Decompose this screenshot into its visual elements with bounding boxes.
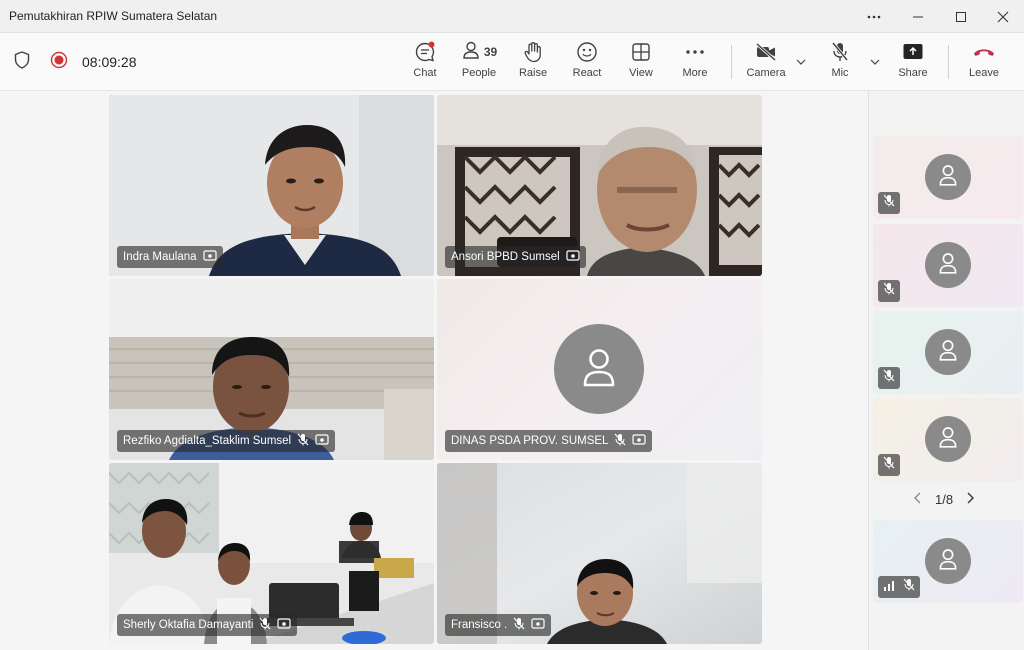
signal-bars-icon: [883, 578, 895, 596]
participant-name-tag: DINAS PSDA PROV. SUMSEL: [445, 430, 653, 452]
toolbar-divider: [948, 45, 949, 79]
screen-share-icon: [202, 249, 217, 265]
more-actions-button[interactable]: More: [670, 41, 720, 85]
page-indicator: 1/8: [935, 492, 954, 507]
mic-button[interactable]: Mic: [815, 41, 865, 85]
rail-participant-tile[interactable]: [873, 311, 1023, 394]
people-button[interactable]: 39 People: [454, 41, 504, 85]
screen-share-icon: [277, 617, 291, 633]
more-options-icon[interactable]: [852, 0, 896, 33]
mic-muted-icon: [883, 282, 895, 300]
mic-muted-icon: [883, 456, 895, 474]
window-title: Pemutakhiran RPIW Sumatera Selatan: [9, 9, 218, 23]
mic-muted-icon: [903, 578, 915, 596]
mic-muted-badge: [878, 367, 900, 389]
mic-muted-icon: [297, 433, 309, 449]
toolbar-divider: [731, 45, 732, 79]
rail-participant-tile[interactable]: [873, 398, 1023, 481]
leave-button[interactable]: Leave: [959, 41, 1009, 85]
grid-view-icon: [631, 41, 651, 63]
meeting-toolbar: 08:09:28 Chat 39 People Raise React View…: [0, 33, 1024, 91]
person-icon: [936, 338, 960, 367]
react-smiley-icon: [576, 41, 598, 63]
video-tile[interactable]: Fransisco .: [437, 463, 762, 644]
video-tile[interactable]: Rezfiko Agdialta_Staklim Sumsel: [109, 279, 434, 460]
participant-name-tag: Sherly Oktafia Damayanti: [117, 614, 298, 636]
mic-muted-badge: [878, 576, 920, 598]
chevron-left-icon[interactable]: [913, 492, 923, 507]
people-icon: [461, 40, 481, 65]
mic-muted-badge: [878, 454, 900, 476]
mic-muted-icon: [614, 433, 626, 449]
person-icon: [936, 425, 960, 454]
camera-off-icon: [755, 41, 777, 63]
screen-share-icon: [315, 433, 329, 449]
raise-hand-button[interactable]: Raise: [508, 41, 558, 85]
mic-off-icon: [830, 41, 850, 63]
recording-icon: [50, 51, 68, 74]
chevron-right-icon[interactable]: [965, 492, 975, 507]
mic-muted-badge: [878, 192, 900, 214]
camera-button[interactable]: Camera: [741, 41, 791, 85]
maximize-button[interactable]: [939, 0, 983, 33]
avatar: [925, 416, 971, 462]
participant-name-tag: Indra Maulana: [117, 246, 223, 268]
screen-share-icon: [632, 433, 647, 449]
avatar: [925, 538, 971, 584]
minimize-button[interactable]: [896, 0, 940, 33]
person-icon: [936, 547, 960, 576]
person-icon: [936, 163, 960, 192]
share-button[interactable]: Share: [888, 41, 938, 85]
avatar: [554, 324, 644, 414]
mic-muted-badge: [878, 280, 900, 302]
ellipsis-icon: [685, 41, 705, 63]
mic-muted-icon: [883, 194, 895, 212]
video-tile[interactable]: Indra Maulana: [109, 95, 434, 276]
camera-options-chevron-icon[interactable]: [795, 55, 807, 67]
react-button[interactable]: React: [562, 41, 612, 85]
share-screen-icon: [902, 41, 924, 63]
rail-participant-tile[interactable]: [873, 136, 1023, 219]
rail-participant-tile[interactable]: [873, 520, 1023, 603]
meeting-timer: 08:09:28: [82, 54, 137, 70]
participant-rail: 1/8: [868, 91, 1024, 650]
rail-participant-tile[interactable]: [873, 224, 1023, 307]
chat-button[interactable]: Chat: [400, 41, 450, 85]
screen-share-icon: [566, 249, 580, 265]
people-count: 39: [483, 45, 498, 59]
screen-share-icon: [531, 617, 545, 633]
title-bar: Pemutakhiran RPIW Sumatera Selatan: [0, 0, 1024, 33]
mic-muted-icon: [259, 617, 271, 633]
avatar: [925, 154, 971, 200]
participant-name-tag: Ansori BPBD Sumsel: [445, 246, 586, 268]
video-tile[interactable]: Sherly Oktafia Damayanti: [109, 463, 434, 644]
raise-hand-icon: [523, 41, 543, 63]
video-tile[interactable]: DINAS PSDA PROV. SUMSEL: [437, 279, 762, 460]
person-icon: [577, 345, 621, 394]
mic-options-chevron-icon[interactable]: [869, 55, 881, 67]
chat-icon: [414, 41, 436, 63]
mic-muted-icon: [513, 617, 525, 633]
shield-icon[interactable]: [14, 50, 30, 74]
avatar: [925, 329, 971, 375]
video-stage: Indra Maulana Ansori BPBD Sumsel Rezfiko…: [0, 91, 868, 650]
close-button[interactable]: [981, 0, 1024, 33]
mic-muted-icon: [883, 369, 895, 387]
person-icon: [936, 251, 960, 280]
participant-name-tag: Rezfiko Agdialta_Staklim Sumsel: [117, 430, 336, 452]
view-button[interactable]: View: [616, 41, 666, 85]
video-tile[interactable]: Ansori BPBD Sumsel: [437, 95, 762, 276]
hang-up-icon: [972, 41, 996, 63]
participant-name-tag: Fransisco .: [445, 614, 552, 636]
rail-pager: 1/8: [913, 492, 975, 507]
avatar: [925, 242, 971, 288]
